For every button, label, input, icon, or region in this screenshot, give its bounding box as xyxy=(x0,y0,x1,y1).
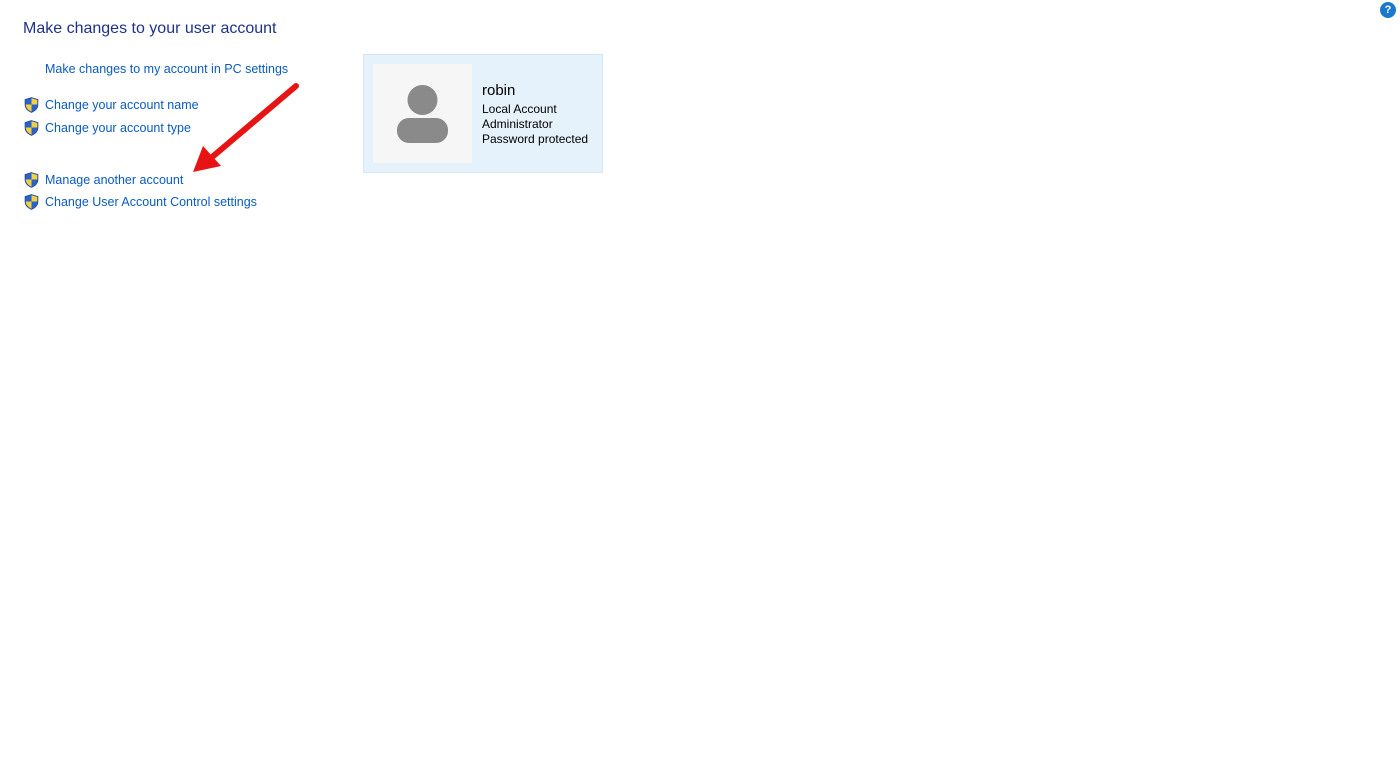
uac-shield-icon xyxy=(24,172,39,188)
pc-settings-link-label: Make changes to my account in PC setting… xyxy=(45,62,289,76)
change-account-type-label: Change your account type xyxy=(45,121,191,135)
change-account-name-link[interactable]: Change your account name xyxy=(24,96,199,114)
page-title: Make changes to your user account xyxy=(23,20,277,37)
change-account-name-label: Change your account name xyxy=(45,98,199,112)
user-silhouette-icon xyxy=(397,85,448,143)
uac-shield-icon xyxy=(24,97,39,113)
account-type: Local Account xyxy=(482,102,557,116)
help-icon[interactable]: ? xyxy=(1380,2,1396,18)
account-role: Administrator xyxy=(482,117,553,131)
user-name: robin xyxy=(482,82,516,99)
manage-another-account-link[interactable]: Manage another account xyxy=(24,171,183,189)
annotation-arrow xyxy=(193,83,299,172)
user-avatar-icon xyxy=(373,64,472,163)
change-account-type-link[interactable]: Change your account type xyxy=(24,119,191,137)
pc-settings-link[interactable]: Make changes to my account in PC setting… xyxy=(24,60,288,78)
password-status: Password protected xyxy=(482,132,589,146)
uac-settings-link[interactable]: Change User Account Control settings xyxy=(24,193,257,211)
uac-settings-label: Change User Account Control settings xyxy=(45,195,257,209)
user-accounts-window: Make changes to your user account ? Make… xyxy=(0,0,1400,774)
uac-shield-icon xyxy=(24,194,39,210)
uac-shield-icon xyxy=(24,120,39,136)
account-card: robin Local Account Administrator Passwo… xyxy=(363,54,603,173)
manage-another-account-label: Manage another account xyxy=(45,173,184,187)
